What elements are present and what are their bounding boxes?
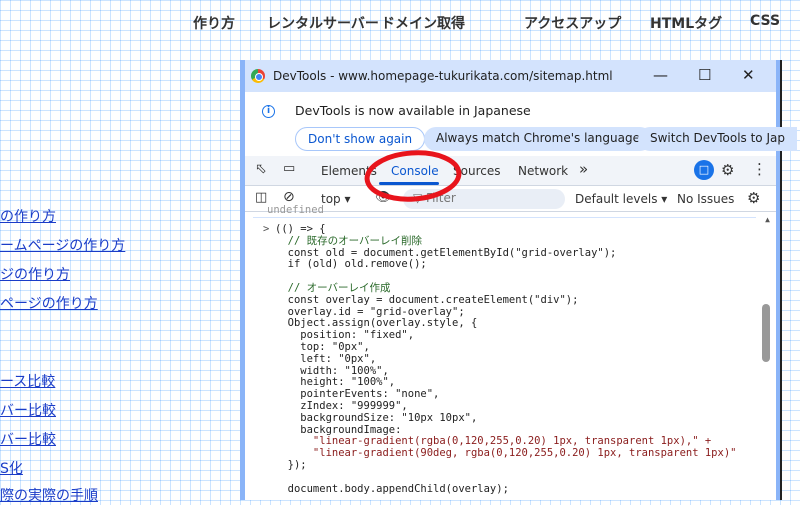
scrollbar-thumb[interactable] bbox=[762, 304, 770, 362]
context-select[interactable]: top ▾ bbox=[321, 192, 351, 206]
window-title: DevTools - www.homepage-tukurikata.com/s… bbox=[273, 69, 613, 83]
console-output[interactable]: undefined > (() => { // 既存のオーバーレイ削除 cons… bbox=[245, 204, 776, 500]
context-value: top bbox=[321, 192, 341, 206]
code-line: }); bbox=[275, 459, 307, 471]
console-settings-icon[interactable]: ⚙ bbox=[747, 189, 760, 207]
issues-button[interactable]: No Issues bbox=[677, 192, 734, 206]
active-tab-indicator bbox=[379, 182, 439, 185]
sitemap-link[interactable]: ジの作り方 bbox=[0, 264, 70, 284]
scroll-up-icon[interactable]: ▲ bbox=[765, 214, 770, 226]
match-language-button[interactable]: Always match Chrome's language bbox=[424, 127, 652, 151]
tab-network[interactable]: Network bbox=[518, 164, 568, 178]
sitemap-link[interactable]: ページの作り方 bbox=[0, 293, 98, 313]
console-toolbar: ◫ ⊘ top ▾ 👁 ▽ Filter Default levels ▾ No… bbox=[245, 186, 776, 212]
info-text: DevTools is now available in Japanese bbox=[295, 103, 531, 118]
clear-console-icon[interactable]: ⊘ bbox=[283, 189, 295, 205]
more-tabs-icon[interactable]: » bbox=[579, 160, 588, 178]
devtools-window: DevTools - www.homepage-tukurikata.com/s… bbox=[240, 60, 797, 500]
code-line: const overlay = document.createElement("… bbox=[275, 293, 579, 306]
panel-tabs: ⬁ ▭ Elements Console Sources Network » □… bbox=[245, 156, 776, 186]
sitemap-link[interactable]: ームページの作り方 bbox=[0, 235, 125, 255]
code-line: left: "0px", bbox=[275, 352, 377, 365]
nav-item[interactable]: 作り方 bbox=[193, 13, 235, 33]
filter-input[interactable]: ▽ Filter bbox=[403, 189, 565, 209]
sitemap-link[interactable]: ース比較 bbox=[0, 371, 55, 391]
tab-console[interactable]: Console bbox=[391, 164, 439, 178]
log-levels-value: Default levels bbox=[575, 192, 658, 206]
inspect-element-icon[interactable]: ⬁ bbox=[255, 161, 267, 177]
sitemap-link[interactable]: 際の実際の手順 bbox=[0, 485, 98, 505]
nav-item[interactable]: レンタルサーバー bbox=[267, 13, 379, 33]
sidebar-toggle-icon[interactable]: ◫ bbox=[255, 190, 267, 205]
more-options-icon[interactable]: ⋮ bbox=[752, 160, 767, 178]
nav-item[interactable]: CSS bbox=[750, 13, 780, 29]
tab-elements[interactable]: Elements bbox=[321, 164, 377, 178]
divider bbox=[253, 217, 756, 218]
prompt-chevron-icon: > bbox=[263, 223, 270, 235]
title-bar: DevTools - www.homepage-tukurikata.com/s… bbox=[245, 60, 776, 92]
sitemap-link[interactable]: バー比較 bbox=[0, 429, 56, 449]
code-line: document.body.appendChild(overlay); bbox=[275, 482, 509, 495]
device-toolbar-icon[interactable]: ▭ bbox=[283, 161, 295, 176]
previous-result: undefined bbox=[267, 204, 324, 216]
ai-assistance-icon[interactable]: □ bbox=[694, 160, 714, 180]
sitemap-link[interactable]: の作り方 bbox=[0, 206, 56, 226]
info-icon: i bbox=[262, 105, 275, 118]
live-expression-eye-icon[interactable]: 👁 bbox=[375, 190, 392, 205]
maximize-icon[interactable]: ☐ bbox=[698, 66, 711, 84]
code-line: if (old) old.remove(); bbox=[275, 258, 427, 271]
code-line: // 既存のオーバーレイ削除 bbox=[275, 234, 423, 247]
switch-language-button[interactable]: Switch DevTools to Jap bbox=[638, 127, 797, 151]
close-icon[interactable]: ✕ bbox=[742, 66, 755, 84]
code-line: backgroundSize: "10px 10px", bbox=[275, 411, 478, 424]
nav-item[interactable]: HTMLタグ bbox=[650, 13, 722, 33]
code-line: "linear-gradient(90deg, rgba(0,120,255,0… bbox=[275, 447, 737, 460]
log-levels-select[interactable]: Default levels ▾ bbox=[575, 192, 667, 206]
nav-item[interactable]: ドメイン取得 bbox=[381, 13, 465, 33]
dont-show-again-button[interactable]: Don't show again bbox=[295, 127, 426, 151]
chrome-logo-icon bbox=[251, 69, 265, 83]
filter-placeholder: Filter bbox=[426, 191, 456, 205]
sitemap-link[interactable]: S化 bbox=[0, 458, 23, 478]
sitemap-link[interactable]: バー比較 bbox=[0, 400, 56, 420]
tab-sources[interactable]: Sources bbox=[453, 164, 500, 178]
language-infobar: i DevTools is now available in Japanese … bbox=[245, 92, 797, 156]
settings-gear-icon[interactable]: ⚙ bbox=[721, 161, 734, 179]
nav-item[interactable]: アクセスアップ bbox=[524, 13, 621, 33]
minimize-icon[interactable]: — bbox=[653, 66, 668, 84]
